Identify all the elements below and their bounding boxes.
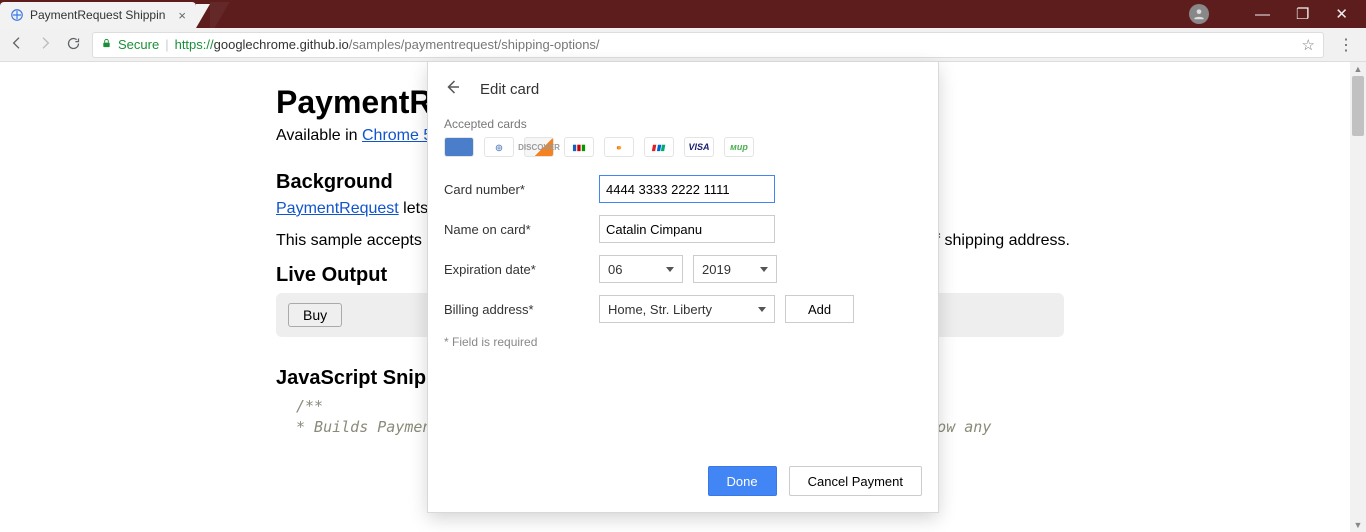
browser-tab[interactable]: PaymentRequest Shippin ×: [0, 2, 196, 28]
chevron-down-icon: [760, 267, 768, 272]
chevron-down-icon: [666, 267, 674, 272]
chrome-version-link[interactable]: Chrome 5: [362, 127, 432, 144]
card-brand-mir-icon: мир: [724, 137, 754, 157]
add-address-button[interactable]: Add: [785, 295, 854, 323]
exp-month-select[interactable]: 06: [599, 255, 683, 283]
lock-icon: [101, 37, 112, 53]
card-brand-visa-icon: VISA: [684, 137, 714, 157]
buy-button[interactable]: Buy: [288, 303, 342, 327]
card-brand-jcb-icon: ▮▮▮: [564, 137, 594, 157]
nav-forward-button[interactable]: [36, 35, 54, 54]
tab-close-icon[interactable]: ×: [178, 8, 186, 23]
tab-title: PaymentRequest Shippin: [30, 8, 172, 22]
accepted-cards-label: Accepted cards: [444, 117, 922, 131]
exp-month-value: 06: [608, 262, 622, 277]
browser-menu-button[interactable]: ⋮: [1334, 35, 1358, 55]
window-titlebar: PaymentRequest Shippin × — ❐ ✕: [0, 0, 1366, 28]
billing-address-value: Home, Str. Liberty: [608, 302, 712, 317]
separator: |: [165, 37, 168, 52]
window-controls: — ❐ ✕: [1189, 0, 1366, 28]
card-number-label: Card number*: [444, 182, 599, 197]
card-brand-mastercard-icon: ●●: [604, 137, 634, 157]
page-vertical-scrollbar[interactable]: ▲ ▼: [1350, 62, 1366, 532]
window-maximize-button[interactable]: ❐: [1296, 5, 1309, 23]
scroll-thumb[interactable]: [1352, 76, 1364, 136]
browser-toolbar: Secure | https://googlechrome.github.io/…: [0, 28, 1366, 62]
required-note: * Field is required: [444, 335, 922, 349]
cancel-payment-button[interactable]: Cancel Payment: [789, 466, 922, 496]
secure-label: Secure: [118, 37, 159, 52]
card-brand-amex-icon: [444, 137, 474, 157]
payment-sheet: Edit card Accepted cards ◎ DISCOVER ▮▮▮ …: [428, 62, 938, 512]
accepted-cards-row: ◎ DISCOVER ▮▮▮ ●● ▮▮▮ VISA мир: [444, 137, 922, 157]
billing-address-select[interactable]: Home, Str. Liberty: [599, 295, 775, 323]
nav-back-button[interactable]: [8, 35, 26, 54]
name-on-card-input[interactable]: [599, 215, 775, 243]
billing-address-label: Billing address*: [444, 302, 599, 317]
done-button[interactable]: Done: [708, 466, 777, 496]
sheet-title: Edit card: [480, 81, 539, 98]
card-brand-unionpay-icon: ▮▮▮: [644, 137, 674, 157]
url-text: https://googlechrome.github.io/samples/p…: [175, 37, 600, 52]
window-minimize-button[interactable]: —: [1255, 6, 1270, 23]
exp-year-value: 2019: [702, 262, 731, 277]
scroll-up-arrow-icon[interactable]: ▲: [1350, 64, 1366, 74]
card-brand-diners-icon: ◎: [484, 137, 514, 157]
sheet-footer: Done Cancel Payment: [428, 454, 938, 512]
paymentrequest-link[interactable]: PaymentRequest: [276, 200, 399, 217]
back-arrow-icon[interactable]: [444, 78, 462, 101]
card-brand-discover-icon: DISCOVER: [524, 137, 554, 157]
scroll-down-arrow-icon[interactable]: ▼: [1350, 520, 1366, 530]
tab-slope: [196, 4, 210, 28]
tab-favicon: [10, 8, 24, 22]
new-tab-button[interactable]: [210, 2, 234, 28]
bookmark-star-icon[interactable]: ☆: [1302, 36, 1315, 54]
window-close-button[interactable]: ✕: [1335, 5, 1348, 23]
expiration-date-label: Expiration date*: [444, 262, 599, 277]
profile-avatar-icon[interactable]: [1189, 4, 1209, 24]
exp-year-select[interactable]: 2019: [693, 255, 777, 283]
card-number-input[interactable]: [599, 175, 775, 203]
chevron-down-icon: [758, 307, 766, 312]
address-bar[interactable]: Secure | https://googlechrome.github.io/…: [92, 32, 1324, 58]
name-on-card-label: Name on card*: [444, 222, 599, 237]
nav-reload-button[interactable]: [64, 36, 82, 54]
